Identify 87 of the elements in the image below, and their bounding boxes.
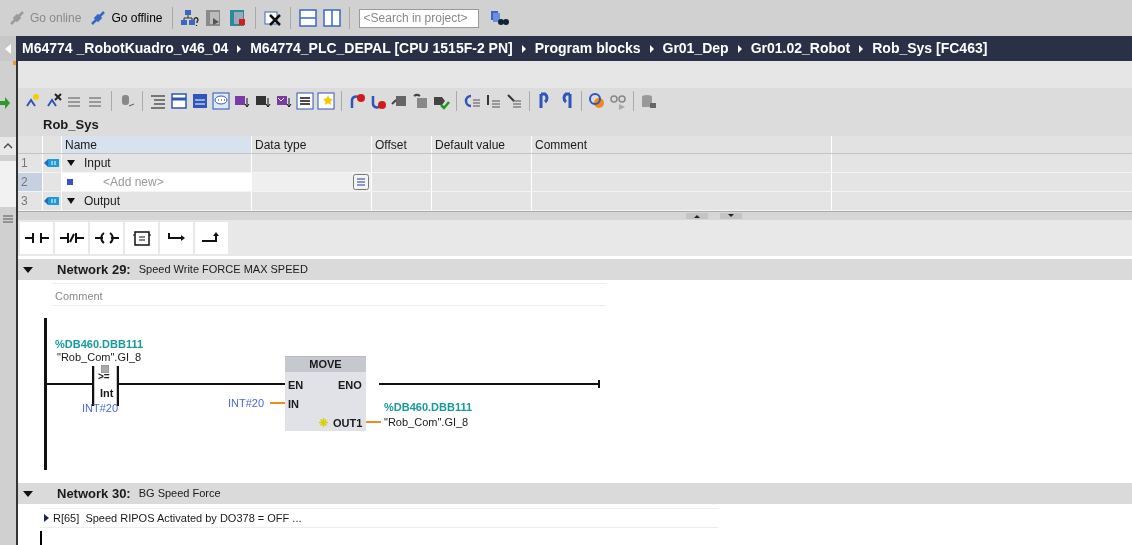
instruction-button[interactable]	[160, 222, 193, 254]
comment-text: R[65] Speed RIPOS Activated by DO378 = OFF ...	[53, 510, 302, 526]
compare-operator: >=	[98, 370, 110, 384]
search-field[interactable]: <Search in project>	[358, 8, 479, 28]
plug-icon	[8, 9, 26, 27]
operand-value: INT#20	[228, 396, 265, 411]
pin-label: ENO	[338, 378, 362, 393]
network-label: Network 30:	[57, 484, 131, 503]
instruction-button[interactable]	[125, 222, 158, 254]
expand-triangle-icon[interactable]	[42, 513, 50, 523]
list-icon[interactable]	[505, 92, 523, 110]
instruction-button[interactable]	[195, 222, 228, 254]
comment-icon[interactable]	[212, 92, 230, 110]
glasses-icon[interactable]	[609, 92, 627, 110]
no-contact-icon	[23, 230, 50, 246]
square-icon	[67, 179, 73, 185]
section-name: Output	[84, 193, 121, 210]
breadcrumb-link[interactable]: Gr01_Dep	[662, 38, 729, 59]
breadcrumb-link[interactable]: Gr01.02_Robot	[750, 38, 851, 59]
caret-icon	[4, 42, 12, 55]
binoculars-icon[interactable]	[488, 9, 509, 27]
grip-icon[interactable]	[3, 215, 13, 223]
box-title: MOVE	[285, 357, 366, 372]
list-button-icon[interactable]	[353, 174, 369, 190]
panel-stop-icon[interactable]	[227, 9, 248, 27]
compare-contact	[92, 366, 119, 406]
window-icon[interactable]	[191, 92, 209, 110]
network-label: Network 29:	[57, 260, 131, 279]
close-window-icon[interactable]	[262, 9, 283, 27]
split-horizontal-icon[interactable]	[297, 9, 318, 27]
instruction-button[interactable]	[55, 222, 88, 254]
row-number: 2	[18, 173, 43, 191]
pin-label: IN	[288, 397, 299, 412]
breadcrumb-link[interactable]: Program blocks	[534, 38, 641, 59]
instruction-button[interactable]	[90, 222, 123, 254]
plug-icon	[89, 9, 108, 27]
move-box[interactable]: MOVE EN ENO IN OUT1	[285, 356, 366, 431]
toolbar-button[interactable]: Go offline	[87, 6, 165, 30]
nc-contact-icon	[58, 230, 85, 246]
network-title: Speed Write FORCE MAX SPEED	[138, 262, 308, 278]
instruction-button[interactable]	[20, 222, 53, 254]
comment-field[interactable]: Comment	[52, 283, 606, 306]
collapse-down-icon[interactable]	[720, 213, 742, 219]
pin-label: EN	[288, 378, 304, 393]
column-header[interactable]: Data type	[252, 136, 372, 153]
block-title: Rob_Sys	[18, 114, 1132, 136]
collapse-up-icon[interactable]	[686, 213, 708, 219]
star-icon	[319, 418, 328, 427]
connection-line	[270, 402, 285, 404]
operand-address: %DB460.DBB111	[55, 337, 144, 352]
parameter-icon	[44, 196, 60, 206]
caret-icon	[858, 43, 865, 54]
connection-line	[366, 421, 381, 423]
operand-tag: "Rob_Com".GI_8	[57, 351, 142, 364]
operand-address: %DB460.DBB111	[384, 400, 473, 415]
caret-icon	[236, 43, 243, 54]
parameter-icon	[44, 158, 60, 168]
expand-triangle-icon[interactable]	[22, 265, 34, 274]
caret-icon	[648, 43, 655, 54]
network-title: BG Speed Force	[138, 486, 221, 502]
list-icon[interactable]	[484, 92, 502, 110]
section-name: Input	[84, 155, 111, 172]
compare-type: Int	[100, 386, 114, 401]
row-number: 1	[18, 154, 43, 172]
column-header[interactable]: Comment	[532, 136, 832, 153]
expand-triangle-icon[interactable]	[22, 489, 34, 498]
network-devices-icon[interactable]	[179, 9, 200, 27]
caret-icon	[3, 143, 13, 149]
pin-label: OUT1	[333, 416, 363, 431]
database-lock-icon[interactable]	[640, 92, 658, 110]
caret-icon	[520, 43, 527, 54]
breadcrumb-link[interactable]: M64774 _RobotKuadro_v46_04	[22, 38, 229, 59]
caret-icon	[736, 43, 743, 54]
split-vertical-icon[interactable]	[321, 9, 342, 27]
list-icon[interactable]	[296, 92, 314, 110]
window-icon[interactable]	[170, 92, 188, 110]
operand-value: INT#20	[82, 401, 119, 416]
magnifier-icon[interactable]	[588, 92, 606, 110]
coil-icon	[93, 230, 120, 246]
column-header[interactable]: Name	[62, 136, 252, 153]
column-header[interactable]: Offset	[372, 136, 432, 153]
breadcrumb-link[interactable]: M64774_PLC_DEPAL [CPU 1515F-2 PN]	[250, 38, 513, 59]
column-header[interactable]: Default value	[432, 136, 532, 153]
row-number: 3	[18, 192, 43, 210]
breadcrumb-link[interactable]: Rob_Sys [FC463]	[872, 38, 988, 59]
operand-tag: "Rob_Com".GI_8	[384, 414, 469, 431]
scroll-up-button[interactable]	[0, 137, 16, 155]
